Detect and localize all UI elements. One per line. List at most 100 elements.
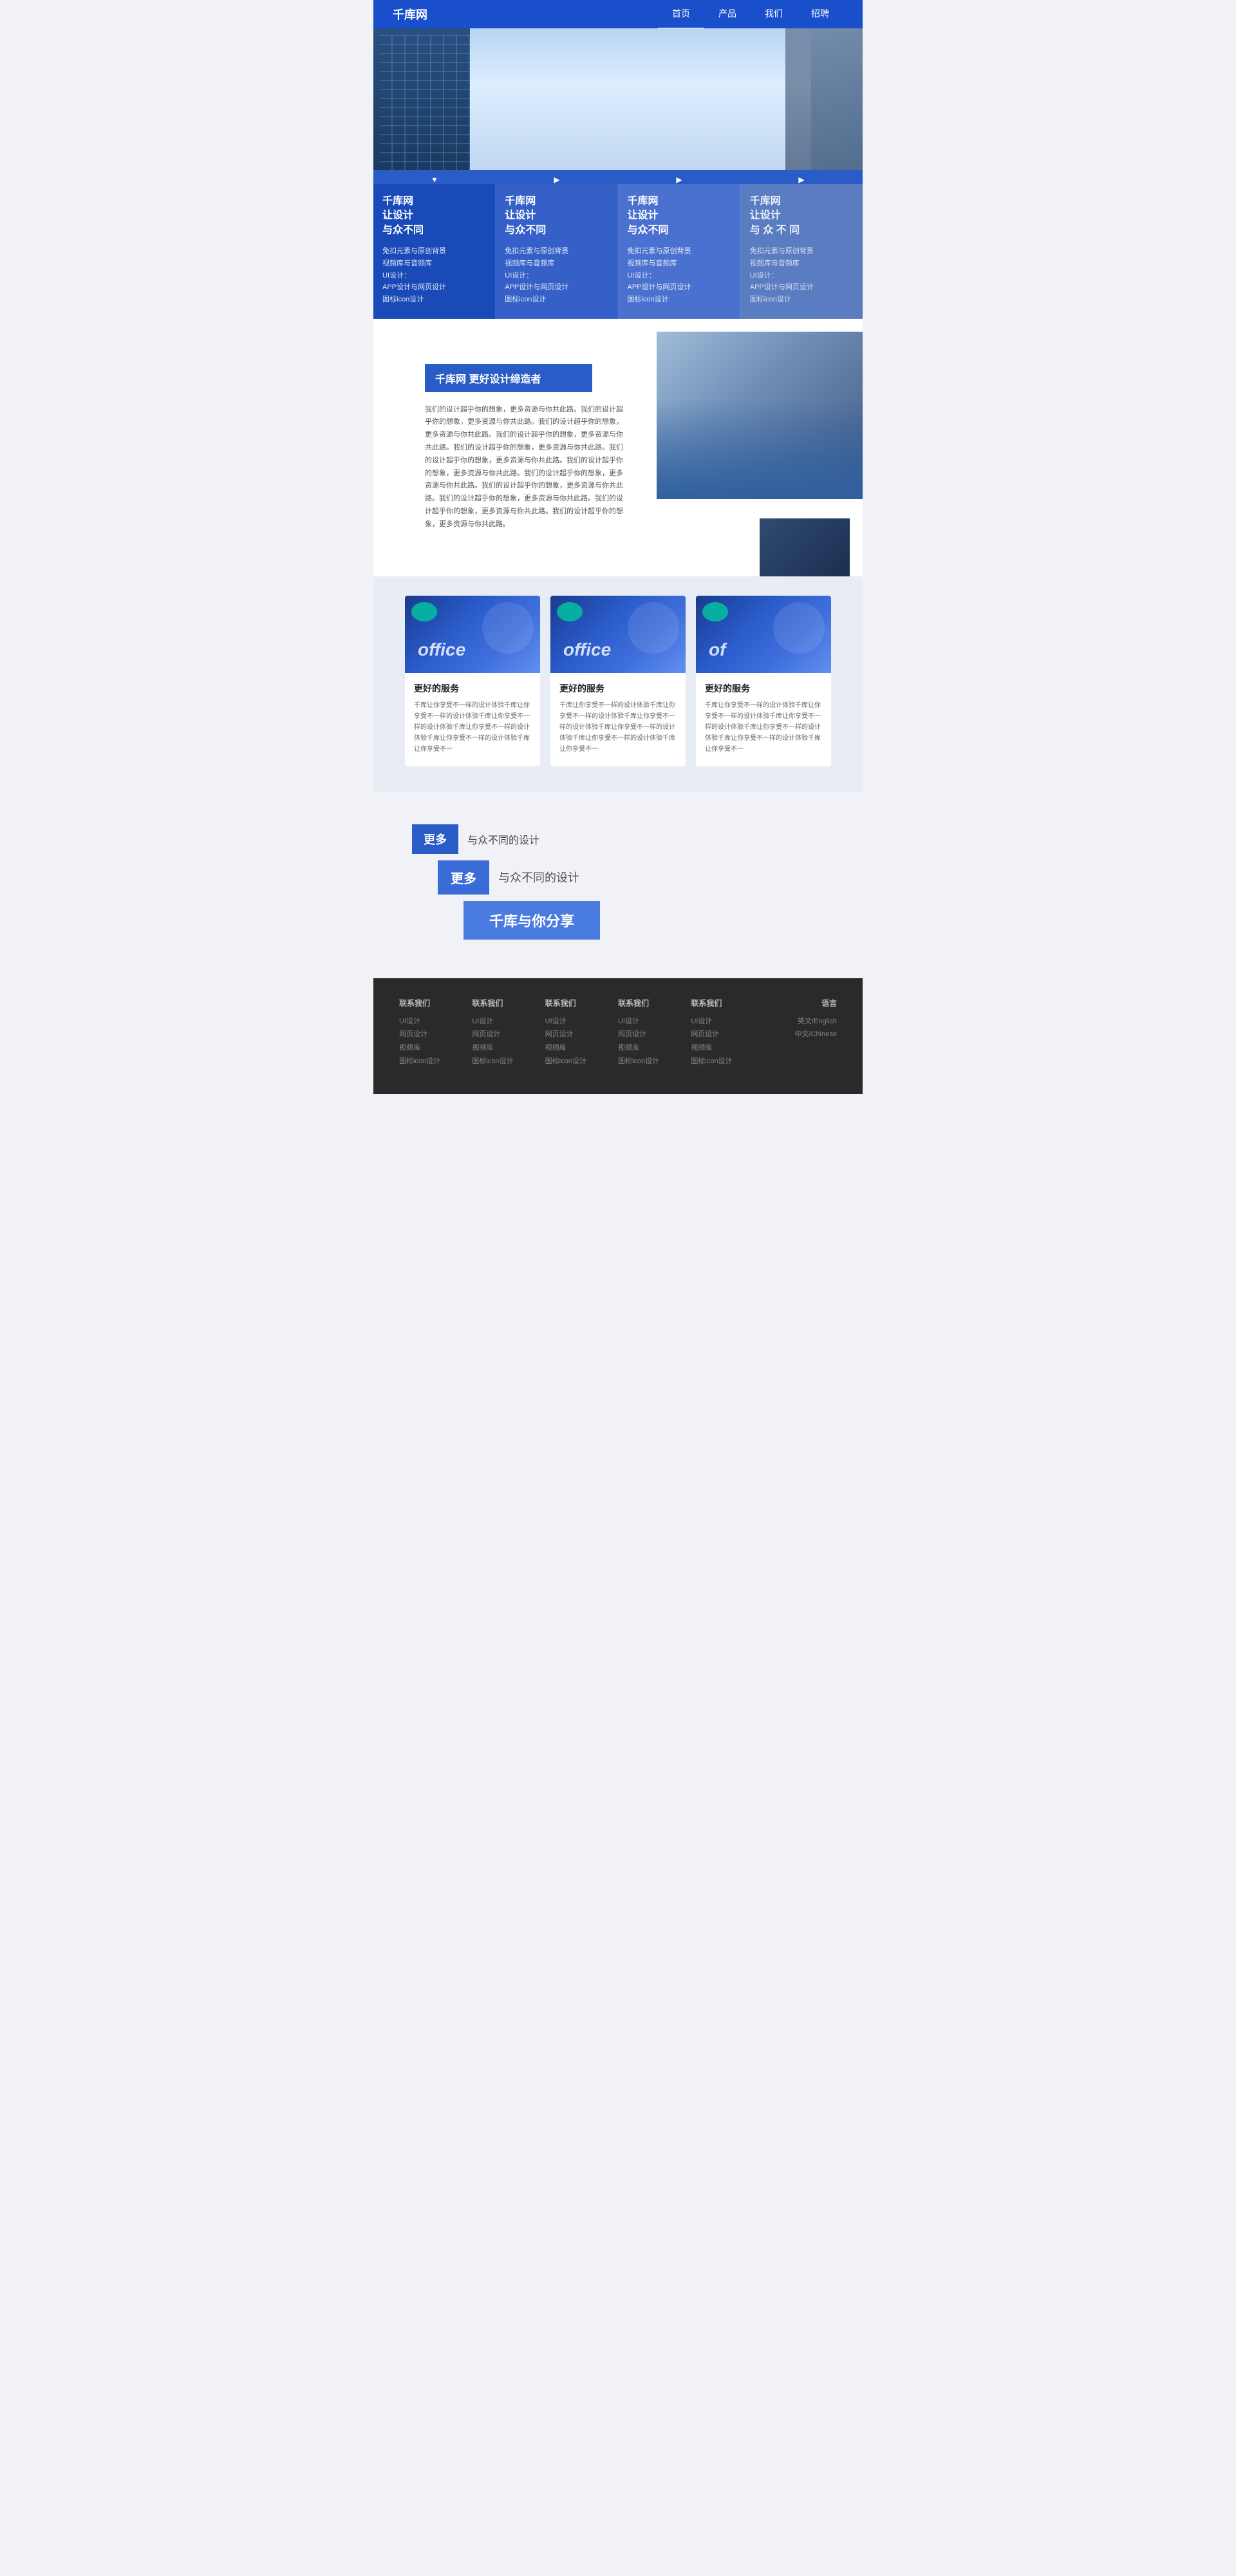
- nav-products[interactable]: 产品: [704, 0, 751, 30]
- footer-link-3-1[interactable]: 网页设计: [618, 1028, 691, 1041]
- office-text-1: office: [563, 639, 611, 660]
- footer-col-2: 联系我们 UI设计 网页设计 视频库 图标icon设计: [545, 998, 618, 1069]
- footer-lang-en[interactable]: 英文/English: [764, 1015, 837, 1028]
- footer-link-0-3[interactable]: 图标icon设计: [399, 1055, 472, 1068]
- arrow-2: [618, 175, 740, 184]
- promo-row-2: 更多 与众不同的设计: [412, 860, 824, 895]
- feature-title-3: 千库网 让设计 与 众 不 同: [750, 194, 854, 238]
- service-card-body-1: 更好的服务 千库让你享受不一样的设计体验千库让你享受不一样的设计体验千库让你享受…: [550, 673, 686, 766]
- footer-link-0-2[interactable]: 视频库: [399, 1041, 472, 1055]
- features-cards: 千库网 让设计 与众不同 免扣元素与原创背景 视频库与音频库 UI设计： APP…: [373, 184, 863, 319]
- about-title: 千库网 更好设计缔造者: [425, 364, 592, 392]
- nav-links: 首页 产品 我们 招聘: [658, 0, 843, 30]
- footer-lang-title: 语言: [764, 998, 837, 1009]
- footer-col-title-2: 联系我们: [545, 998, 618, 1009]
- footer-link-4-1[interactable]: 网页设计: [691, 1028, 763, 1041]
- footer-col-title-4: 联系我们: [691, 998, 763, 1009]
- footer-link-1-3[interactable]: 图标icon设计: [472, 1055, 545, 1068]
- office-text-0: office: [418, 639, 465, 660]
- footer-link-3-3[interactable]: 图标icon设计: [618, 1055, 691, 1068]
- service-card-img-1: office: [550, 596, 686, 673]
- footer-col-title-0: 联系我们: [399, 998, 472, 1009]
- arrow-3: [740, 175, 863, 184]
- service-card-img-0: office: [405, 596, 540, 673]
- hero-building-right: [785, 28, 863, 170]
- footer-link-0-1[interactable]: 网页设计: [399, 1028, 472, 1041]
- feature-desc-2: 免扣元素与原创背景 视频库与音频库 UI设计： APP设计与网页设计 图标ico…: [628, 245, 731, 305]
- hero-sky: [470, 28, 811, 170]
- navbar: 千库网 首页 产品 我们 招聘: [373, 0, 863, 28]
- promo-label-3: 千库与你分享: [464, 901, 600, 940]
- illus-0: [482, 602, 534, 654]
- footer-link-3-2[interactable]: 视频库: [618, 1041, 691, 1055]
- feature-title-0: 千库网 让设计 与众不同: [382, 194, 486, 238]
- green-blob-1: [557, 602, 583, 621]
- green-blob-0: [411, 602, 437, 621]
- feature-card-1: 千库网 让设计 与众不同 免扣元素与原创背景 视频库与音频库 UI设计： APP…: [496, 184, 618, 319]
- arrow-1: [496, 175, 618, 184]
- footer: 联系我们 UI设计 网页设计 视频库 图标icon设计 联系我们 UI设计 网页…: [373, 978, 863, 1095]
- footer-link-4-3[interactable]: 图标icon设计: [691, 1055, 763, 1068]
- footer-link-2-0[interactable]: UI设计: [545, 1015, 618, 1028]
- office-text-2: of: [709, 639, 726, 660]
- feature-card-2: 千库网 让设计 与众不同 免扣元素与原创背景 视频库与音频库 UI设计： APP…: [619, 184, 741, 319]
- services-section: office 更好的服务 千库让你享受不一样的设计体验千库让你享受不一样的设计体…: [373, 576, 863, 792]
- feature-card-3: 千库网 让设计 与 众 不 同 免扣元素与原创背景 视频库与音频库 UI设计： …: [741, 184, 863, 319]
- promo-label-1: 更多: [412, 824, 458, 854]
- nav-hire[interactable]: 招聘: [797, 0, 843, 30]
- promo-row-1: 更多 与众不同的设计: [412, 824, 824, 854]
- promo-text-1: 与众不同的设计: [467, 831, 539, 847]
- service-card-0: office 更好的服务 千库让你享受不一样的设计体验千库让你享受不一样的设计体…: [405, 596, 540, 766]
- hero-section: [373, 28, 863, 170]
- promo-text-2: 与众不同的设计: [498, 869, 579, 886]
- service-card-img-2: of: [696, 596, 831, 673]
- service-desc-0: 千库让你享受不一样的设计体验千库让你享受不一样的设计体验千库让你享受不一样的设计…: [414, 700, 531, 755]
- about-text-box: 千库网 更好设计缔造者 我们的设计超乎你的想象，更多资源与你共此路。我们的设计超…: [373, 345, 642, 551]
- footer-link-1-2[interactable]: 视频库: [472, 1041, 545, 1055]
- service-card-body-2: 更好的服务 千库让你享受不一样的设计体验千库让你享受不一样的设计体验千库让你享受…: [696, 673, 831, 766]
- feature-desc-3: 免扣元素与原创背景 视频库与音频库 UI设计： APP设计与网页设计 图标ico…: [750, 245, 854, 305]
- promo-label-2: 更多: [438, 860, 489, 895]
- feature-desc-0: 免扣元素与原创背景 视频库与音频库 UI设计： APP设计与网页设计 图标ico…: [382, 245, 486, 305]
- arrow-0: [373, 175, 496, 184]
- footer-col-0: 联系我们 UI设计 网页设计 视频库 图标icon设计: [399, 998, 472, 1069]
- nav-home[interactable]: 首页: [658, 0, 704, 30]
- footer-link-1-0[interactable]: UI设计: [472, 1015, 545, 1028]
- footer-link-1-1[interactable]: 网页设计: [472, 1028, 545, 1041]
- features-section: 千库网 让设计 与众不同 免扣元素与原创背景 视频库与音频库 UI设计： APP…: [373, 170, 863, 319]
- illus-2: [773, 602, 825, 654]
- about-section: 千库网 更好设计缔造者 我们的设计超乎你的想象，更多资源与你共此路。我们的设计超…: [373, 319, 863, 576]
- footer-col-1: 联系我们 UI设计 网页设计 视频库 图标icon设计: [472, 998, 545, 1069]
- about-body: 我们的设计超乎你的想象，更多资源与你共此路。我们的设计超乎你的想象，更多资源与你…: [425, 404, 623, 531]
- service-card-2: of 更好的服务 千库让你享受不一样的设计体验千库让你享受不一样的设计体验千库让…: [696, 596, 831, 766]
- footer-link-2-2[interactable]: 视频库: [545, 1041, 618, 1055]
- footer-link-2-3[interactable]: 图标icon设计: [545, 1055, 618, 1068]
- feature-desc-1: 免扣元素与原创背景 视频库与音频库 UI设计： APP设计与网页设计 图标ico…: [505, 245, 608, 305]
- footer-link-4-2[interactable]: 视频库: [691, 1041, 763, 1055]
- footer-col-title-3: 联系我们: [618, 998, 691, 1009]
- service-title-0: 更好的服务: [414, 682, 531, 695]
- service-desc-1: 千库让你享受不一样的设计体验千库让你享受不一样的设计体验千库让你享受不一样的设计…: [559, 700, 677, 755]
- green-blob-2: [702, 602, 728, 621]
- service-desc-2: 千库让你享受不一样的设计体验千库让你享受不一样的设计体验千库让你享受不一样的设计…: [705, 700, 822, 755]
- feature-title-1: 千库网 让设计 与众不同: [505, 194, 608, 238]
- services-cards: office 更好的服务 千库让你享受不一样的设计体验千库让你享受不一样的设计体…: [399, 596, 837, 766]
- features-arrows: [373, 170, 863, 184]
- footer-lang-zh[interactable]: 中文/Chinese: [764, 1028, 837, 1041]
- service-card-1: office 更好的服务 千库让你享受不一样的设计体验千库让你享受不一样的设计体…: [550, 596, 686, 766]
- footer-link-0-0[interactable]: UI设计: [399, 1015, 472, 1028]
- feature-title-2: 千库网 让设计 与众不同: [628, 194, 731, 238]
- nav-about[interactable]: 我们: [751, 0, 797, 30]
- footer-link-3-0[interactable]: UI设计: [618, 1015, 691, 1028]
- footer-cols: 联系我们 UI设计 网页设计 视频库 图标icon设计 联系我们 UI设计 网页…: [399, 998, 837, 1069]
- footer-link-2-1[interactable]: 网页设计: [545, 1028, 618, 1041]
- about-image-overlap: [760, 518, 850, 576]
- footer-link-4-0[interactable]: UI设计: [691, 1015, 763, 1028]
- illus-1: [628, 602, 679, 654]
- service-card-body-0: 更好的服务 千库让你享受不一样的设计体验千库让你享受不一样的设计体验千库让你享受…: [405, 673, 540, 766]
- footer-lang-col: 语言 英文/English 中文/Chinese: [764, 998, 837, 1069]
- footer-col-3: 联系我们 UI设计 网页设计 视频库 图标icon设计: [618, 998, 691, 1069]
- logo: 千库网: [393, 6, 427, 23]
- service-title-1: 更好的服务: [559, 682, 677, 695]
- service-title-2: 更好的服务: [705, 682, 822, 695]
